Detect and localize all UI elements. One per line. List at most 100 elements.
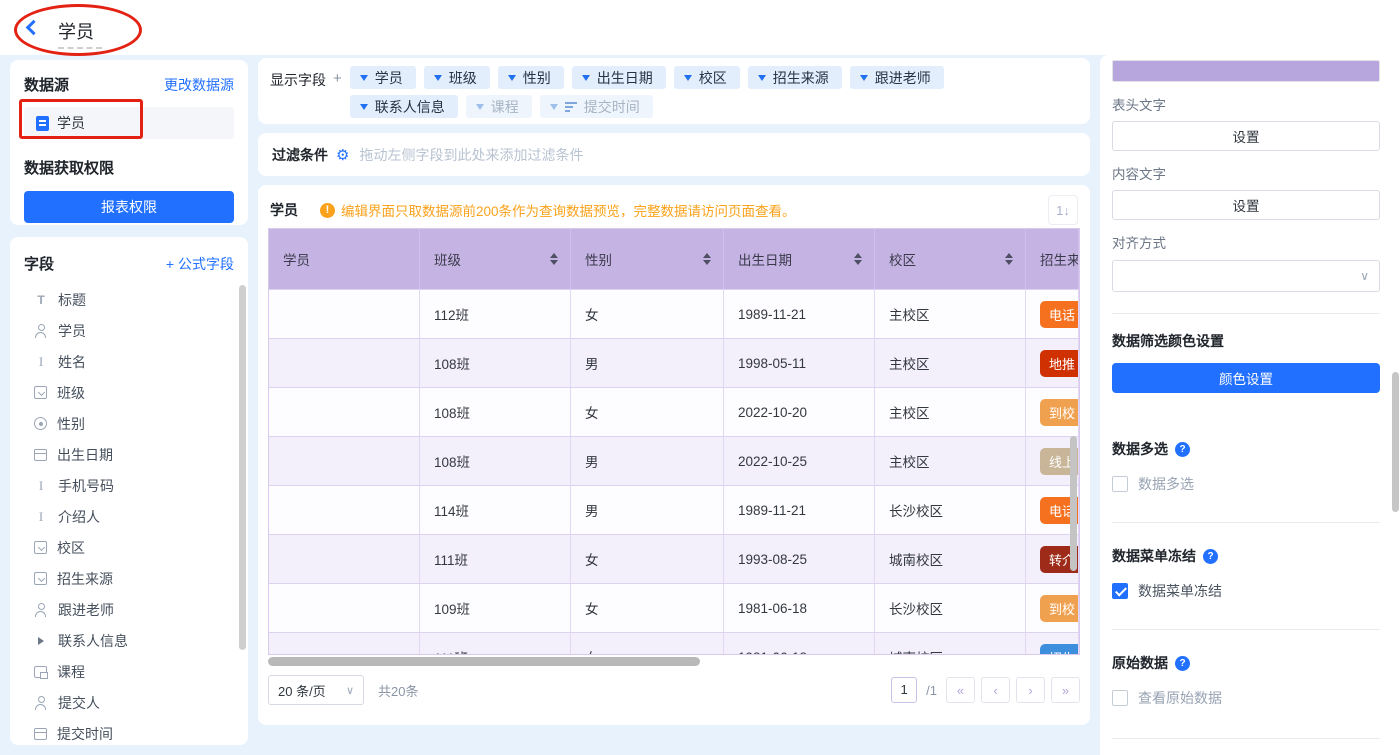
multi-select-heading: 数据多选 (1112, 439, 1168, 459)
table-row[interactable]: 108班 男 1998-05-11 主校区 地推 (269, 338, 1079, 387)
checkbox[interactable] (1112, 583, 1128, 599)
field-list-item[interactable]: 学员 (24, 315, 234, 346)
table-vertical-scrollbar[interactable] (1070, 436, 1077, 571)
display-field-chip[interactable]: 校区 (674, 66, 740, 89)
color-settings-button[interactable]: 颜色设置 (1112, 363, 1380, 393)
scrollbar-thumb[interactable] (268, 657, 700, 666)
sort-icon[interactable] (1005, 253, 1013, 265)
table-row[interactable]: 108班 女 2022-10-20 主校区 到校 (269, 387, 1079, 436)
content-text-settings-button[interactable]: 设置 (1112, 190, 1380, 220)
cell-birthday: 1989-11-21 (724, 486, 875, 534)
display-field-chip[interactable]: 跟进老师 (850, 66, 944, 89)
document-icon (36, 116, 49, 131)
field-list-item[interactable]: 课程 (24, 656, 234, 687)
column-label: 学员 (283, 249, 310, 269)
table-horizontal-scrollbar[interactable] (268, 657, 1080, 666)
last-page-button[interactable]: » (1051, 677, 1080, 703)
field-list-item[interactable]: 校区 (24, 532, 234, 563)
field-list-item[interactable]: 提交时间 (24, 718, 234, 745)
field-type-icon (34, 324, 48, 338)
table-header-cell[interactable]: 校区 (875, 229, 1026, 289)
cell-gender: 女 (571, 290, 724, 338)
checkbox[interactable] (1112, 690, 1128, 706)
report-permission-button[interactable]: 报表权限 (24, 191, 234, 223)
field-list-item[interactable]: 提交人 (24, 687, 234, 718)
table-header-cell[interactable]: 性别 (571, 229, 724, 289)
table-row[interactable]: 111班 女 1981-06-18 城南校区 招生 (269, 632, 1079, 655)
display-field-chip[interactable]: 出生日期 (572, 66, 666, 89)
first-page-button[interactable]: « (946, 677, 975, 703)
help-icon[interactable]: ? (1203, 549, 1218, 564)
display-field-chip[interactable]: 课程 (466, 95, 532, 118)
field-type-icon (34, 510, 48, 524)
cell-class: 108班 (420, 339, 571, 387)
table-row[interactable]: 112班 女 1989-11-21 主校区 电话 (269, 289, 1079, 338)
checkbox[interactable] (1112, 476, 1128, 492)
chevron-down-icon: ∨ (346, 684, 354, 697)
add-display-field-button[interactable]: + (333, 70, 342, 116)
field-list-item[interactable]: 姓名 (24, 346, 234, 377)
chevron-down-icon (360, 104, 368, 110)
prev-page-button[interactable]: ‹ (981, 677, 1010, 703)
table-header-cell[interactable]: 招生来源 (1026, 229, 1079, 289)
alignment-select[interactable]: ∨ (1112, 260, 1380, 292)
field-list-item[interactable]: 介绍人 (24, 501, 234, 532)
header-text-settings-button[interactable]: 设置 (1112, 121, 1380, 151)
fields-scrollbar[interactable] (239, 285, 246, 650)
table-header-cell[interactable]: 班级 (420, 229, 571, 289)
help-icon[interactable]: ? (1175, 656, 1190, 671)
chip-label: 性别 (523, 68, 551, 88)
page-number-input[interactable]: 1 (891, 677, 917, 703)
settings-scrollbar[interactable] (1392, 372, 1399, 512)
field-list-item[interactable]: 性别 (24, 408, 234, 439)
page-size-select[interactable]: 20 条/页 ∨ (268, 675, 364, 705)
display-field-chip[interactable]: 提交时间 (540, 95, 653, 118)
chip-label: 校区 (699, 68, 727, 88)
page-title: 学员 (58, 18, 94, 44)
table-row[interactable]: 108班 男 2022-10-25 主校区 线上 (269, 436, 1079, 485)
change-datasource-link[interactable]: 更改数据源 (164, 75, 234, 95)
table-row[interactable]: 109班 女 1981-06-18 长沙校区 到校 (269, 583, 1079, 632)
display-field-chip[interactable]: 学员 (350, 66, 416, 89)
cell-campus: 主校区 (875, 388, 1026, 436)
raw-data-checkbox-row[interactable]: 查看原始数据 (1112, 688, 1380, 708)
sort-icon[interactable] (854, 253, 862, 265)
field-list-item[interactable]: 出生日期 (24, 439, 234, 470)
cell-birthday: 1989-11-21 (724, 290, 875, 338)
table-row[interactable]: 114班 男 1989-11-21 长沙校区 电话 (269, 485, 1079, 534)
cell-birthday: 2022-10-20 (724, 388, 875, 436)
field-list-item[interactable]: 招生来源 (24, 563, 234, 594)
field-list-item[interactable]: 班级 (24, 377, 234, 408)
table-row[interactable]: 111班 女 1993-08-25 城南校区 转介 (269, 534, 1079, 583)
field-label: 性别 (57, 414, 85, 434)
sort-order-button[interactable]: 1↓ (1048, 195, 1078, 225)
display-field-chip[interactable]: 联系人信息 (350, 95, 458, 118)
table-header-cell[interactable]: 学员 (269, 229, 420, 289)
back-icon[interactable] (26, 20, 42, 36)
header-text-label: 表头文字 (1112, 94, 1380, 114)
header-color-swatch[interactable] (1112, 60, 1380, 82)
field-list-item[interactable]: 手机号码 (24, 470, 234, 501)
next-page-button[interactable]: › (1016, 677, 1045, 703)
display-field-chip[interactable]: 招生来源 (748, 66, 842, 89)
field-list-item[interactable]: 跟进老师 (24, 594, 234, 625)
cell-student (269, 535, 420, 583)
cell-gender: 女 (571, 633, 724, 655)
multi-select-checkbox-row[interactable]: 数据多选 (1112, 474, 1380, 494)
add-formula-field-link[interactable]: + 公式字段 (166, 254, 234, 274)
menu-freeze-checkbox-row[interactable]: 数据菜单冻结 (1112, 581, 1380, 601)
table-header-cell[interactable]: 出生日期 (724, 229, 875, 289)
sort-icon[interactable] (703, 253, 711, 265)
cell-birthday: 1998-05-11 (724, 339, 875, 387)
datasource-item-student[interactable]: 学员 (24, 107, 234, 139)
sort-icon[interactable] (550, 253, 558, 265)
field-list-item[interactable]: 标题 (24, 284, 234, 315)
title-underline (58, 47, 102, 49)
gear-icon[interactable]: ⚙ (336, 146, 349, 164)
field-list-item[interactable]: 联系人信息 (24, 625, 234, 656)
display-field-chip[interactable]: 班级 (424, 66, 490, 89)
help-icon[interactable]: ? (1175, 442, 1190, 457)
display-field-chip[interactable]: 性别 (498, 66, 564, 89)
cell-source: 到校 (1026, 584, 1079, 632)
datasource-panel: 数据源 更改数据源 学员 数据获取权限 报表权限 (10, 60, 248, 225)
